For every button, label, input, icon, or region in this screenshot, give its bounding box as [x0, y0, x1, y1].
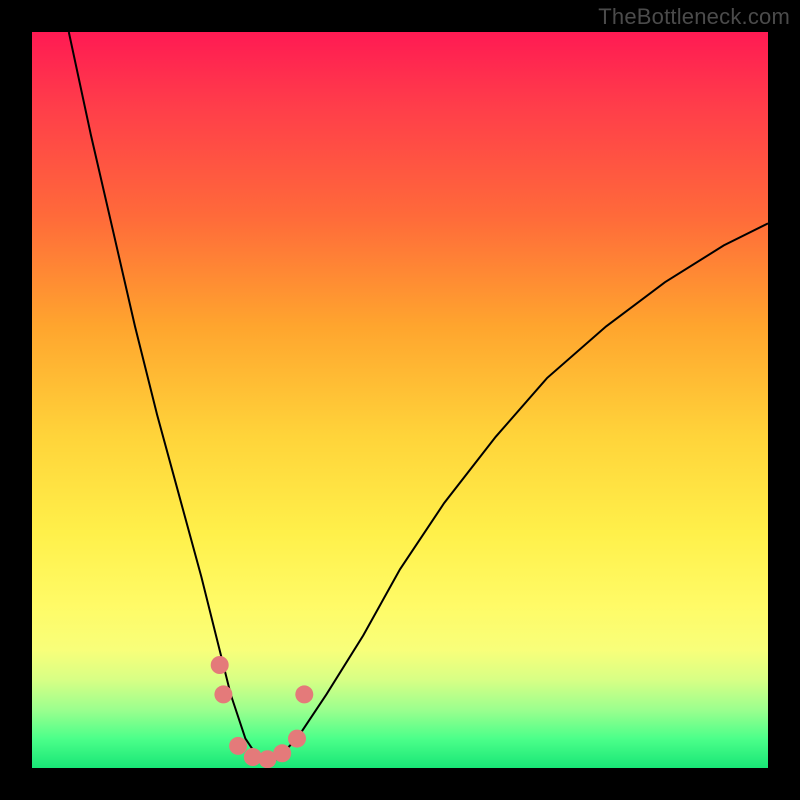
data-marker	[229, 737, 247, 755]
outer-frame: TheBottleneck.com	[0, 0, 800, 800]
bottleneck-curve	[32, 32, 768, 768]
curve-line	[69, 32, 768, 761]
data-marker	[295, 685, 313, 703]
data-marker	[211, 656, 229, 674]
data-marker	[273, 744, 291, 762]
plot-area	[32, 32, 768, 768]
watermark-text: TheBottleneck.com	[598, 4, 790, 30]
data-marker	[288, 730, 306, 748]
data-marker	[214, 685, 232, 703]
